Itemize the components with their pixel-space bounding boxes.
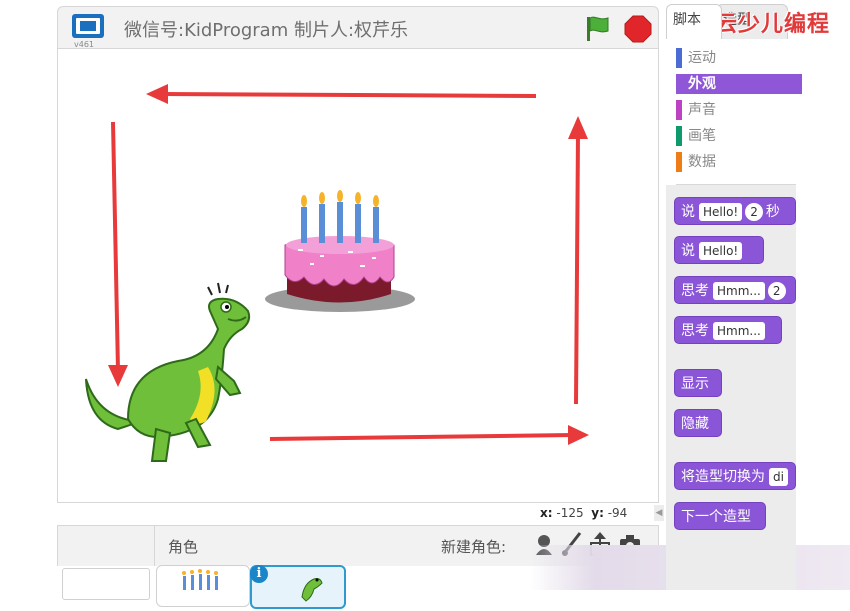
block-label: 说: [681, 243, 695, 259]
cake-sprite-thumbnail[interactable]: [156, 565, 250, 607]
block-text-input[interactable]: Hmm...: [713, 282, 765, 300]
category-label: 画笔: [688, 128, 716, 144]
stage-thumbnail[interactable]: [62, 568, 150, 600]
arrow-top-left: [146, 84, 537, 104]
stage-canvas[interactable]: [57, 48, 659, 503]
category-swatch: [676, 152, 682, 172]
block-label: 说: [681, 204, 695, 220]
dinosaur-sprite-thumbnail[interactable]: i: [250, 565, 346, 609]
think-block[interactable]: 思考 Hmm...: [674, 316, 782, 344]
show-block[interactable]: 显示: [674, 369, 722, 397]
category-label: 数据: [688, 154, 716, 170]
tab-scripts[interactable]: 脚本: [666, 4, 722, 39]
block-label: 思考: [681, 283, 709, 299]
cake-thumbnail-icon: [182, 569, 218, 590]
costume-dropdown[interactable]: di: [769, 468, 788, 486]
category-label: 外观: [688, 76, 716, 92]
green-flag-icon[interactable]: [582, 13, 612, 43]
stage-title: 微信号:KidProgram 制片人:权芹乐: [124, 20, 409, 41]
arrow-bottom-right: [269, 425, 589, 445]
mouse-coordinates: x: -125 y: -94: [540, 506, 627, 520]
block-number-input[interactable]: 2: [767, 282, 786, 300]
fullscreen-icon[interactable]: [71, 13, 105, 39]
stop-icon[interactable]: [623, 14, 653, 44]
category-swatch: [676, 100, 682, 120]
y-label: y:: [591, 506, 604, 520]
y-value: -94: [607, 506, 628, 520]
collapse-arrow-icon[interactable]: ◀: [654, 505, 664, 521]
category-swatch: [676, 48, 682, 68]
block-label: 将造型切换为: [681, 469, 765, 485]
category-pen[interactable]: 画笔: [676, 126, 802, 146]
arrow-right-up: [568, 116, 588, 405]
category-swatch: [676, 126, 682, 146]
new-sprite-label: 新建角色:: [441, 538, 507, 556]
hide-block[interactable]: 隐藏: [674, 409, 722, 437]
block-number-input[interactable]: 2: [745, 203, 763, 221]
panel-divider: [154, 526, 155, 566]
switch-costume-block[interactable]: 将造型切换为 di: [674, 462, 796, 490]
category-data[interactable]: 数据: [676, 152, 802, 172]
say-block[interactable]: 说 Hello!: [674, 236, 764, 264]
stage-header: v461 微信号:KidProgram 制片人:权芹乐: [57, 6, 659, 49]
next-costume-block[interactable]: 下一个造型: [674, 502, 766, 530]
info-icon[interactable]: i: [250, 565, 268, 583]
category-label: 运动: [688, 50, 716, 66]
block-text-input[interactable]: Hello!: [699, 203, 743, 221]
block-text-input[interactable]: Hmm...: [713, 322, 765, 340]
category-sound[interactable]: 声音: [676, 100, 802, 120]
category-label: 声音: [688, 102, 716, 118]
category-list: 运动 外观 声音 画笔 数据: [670, 40, 802, 180]
arrow-left-down: [108, 121, 128, 387]
block-label: 思考: [681, 323, 709, 339]
think-for-secs-block[interactable]: 思考 Hmm... 2: [674, 276, 796, 304]
category-looks[interactable]: 外观: [676, 74, 802, 94]
cake-sprite[interactable]: [265, 190, 415, 312]
x-value: -125: [556, 506, 584, 520]
block-text-input[interactable]: Hello!: [699, 242, 743, 260]
category-motion[interactable]: 运动: [676, 48, 802, 68]
x-label: x:: [540, 506, 553, 520]
dinosaur-sprite[interactable]: [85, 282, 251, 462]
block-label-suffix: 秒: [765, 204, 780, 220]
say-for-secs-block[interactable]: 说 Hello! 2 秒: [674, 197, 796, 225]
sprites-label: 角色: [168, 538, 199, 556]
